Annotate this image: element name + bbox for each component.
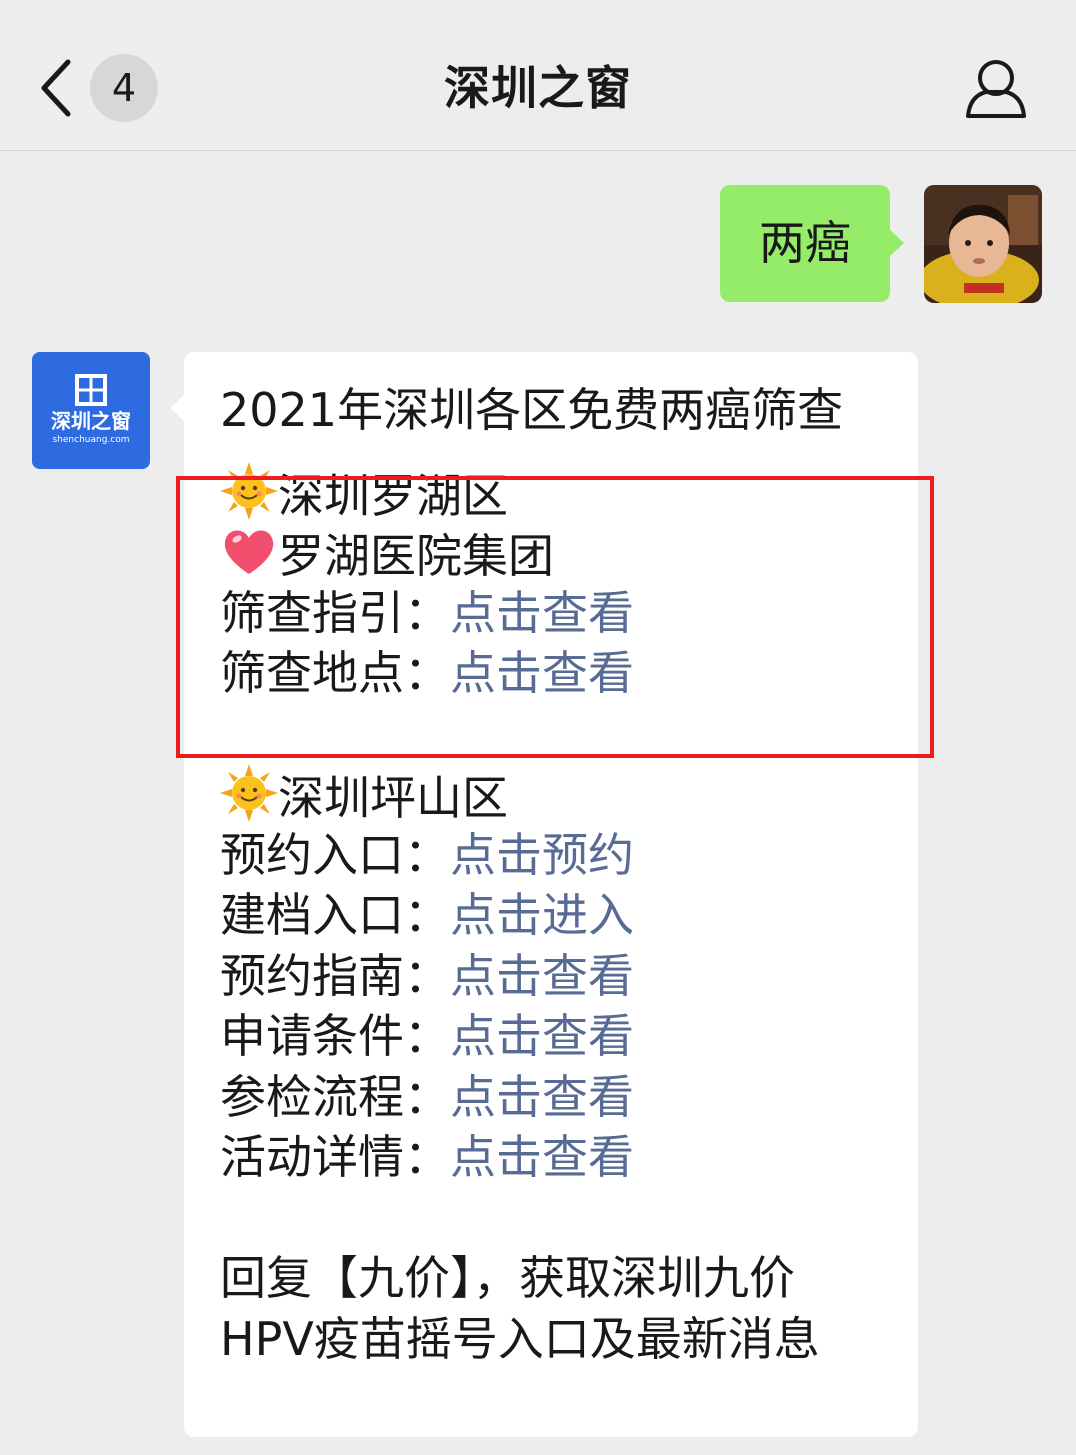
- chat-title: 深圳之窗: [444, 61, 632, 115]
- luohu-district: 深圳罗湖区: [278, 468, 508, 523]
- luohu-hospital-line: 罗湖医院集团: [220, 522, 910, 583]
- nav-bar: 4 深圳之窗: [0, 0, 1076, 151]
- luohu-hospital: 罗湖医院集团: [278, 529, 554, 583]
- pingshan-district: 深圳坪山区: [278, 771, 508, 825]
- message-body: 2021年深圳各区免费两癌筛查 深圳罗湖区 罗湖医院集团 筛查指引：点击查看 筛…: [220, 380, 910, 1369]
- row-label: 参检流程：: [220, 1069, 450, 1124]
- row-label: 筛查地点：: [220, 646, 450, 700]
- person-icon[interactable]: [960, 56, 1032, 120]
- row-label: 筛查指引：: [220, 585, 450, 640]
- pingshan-row: 预约入口：点击预约: [220, 825, 910, 886]
- footer-line-1: 回复【九价】，获取深圳九价: [220, 1251, 795, 1305]
- row-label: 预约指南：: [220, 948, 450, 1003]
- row-label: 申请条件：: [220, 1009, 450, 1063]
- luohu-row: 筛查指引：点击查看: [220, 583, 910, 644]
- sun-icon: [220, 764, 278, 822]
- activity-details-link[interactable]: 点击查看: [450, 1130, 634, 1184]
- user-avatar[interactable]: [924, 185, 1042, 303]
- avatar-photo: [924, 185, 1042, 303]
- pingshan-row: 建档入口：点击进入: [220, 885, 910, 946]
- logo-name: 深圳之窗: [51, 409, 131, 433]
- heart-icon: [224, 530, 274, 574]
- logo-domain: shenchuang.com: [52, 435, 129, 445]
- pingshan-row: 申请条件：点击查看: [220, 1006, 910, 1067]
- row-label: 活动详情：: [220, 1130, 450, 1184]
- luohu-district-line: 深圳罗湖区: [220, 461, 910, 523]
- window-logo-icon: 深圳之窗 shenchuang.com: [32, 352, 150, 469]
- luohu-row: 筛查地点：点击查看: [220, 643, 910, 704]
- pingshan-row: 预约指南：点击查看: [220, 946, 910, 1007]
- sun-icon: [220, 461, 278, 520]
- outgoing-message-bubble[interactable]: 两癌: [720, 185, 904, 302]
- row-label: 预约入口：: [220, 827, 450, 882]
- message-title: 2021年深圳各区免费两癌筛查: [220, 383, 844, 437]
- pingshan-district-line: 深圳坪山区: [220, 764, 910, 825]
- pingshan-row: 参检流程：点击查看: [220, 1067, 910, 1128]
- official-account-logo[interactable]: 深圳之窗 shenchuang.com: [32, 352, 150, 469]
- process-link[interactable]: 点击查看: [450, 1070, 634, 1124]
- eligibility-link[interactable]: 点击查看: [450, 1009, 634, 1063]
- booking-guide-link[interactable]: 点击查看: [450, 949, 634, 1003]
- row-label: 建档入口：: [220, 888, 450, 942]
- pingshan-row: 活动详情：点击查看: [220, 1127, 910, 1188]
- screening-location-link[interactable]: 点击查看: [450, 646, 634, 700]
- booking-link[interactable]: 点击预约: [450, 828, 634, 882]
- record-entry-link[interactable]: 点击进入: [450, 888, 634, 942]
- footer-line-2: HPV疫苗摇号入口及最新消息: [220, 1311, 820, 1366]
- screening-guide-link[interactable]: 点击查看: [450, 586, 634, 640]
